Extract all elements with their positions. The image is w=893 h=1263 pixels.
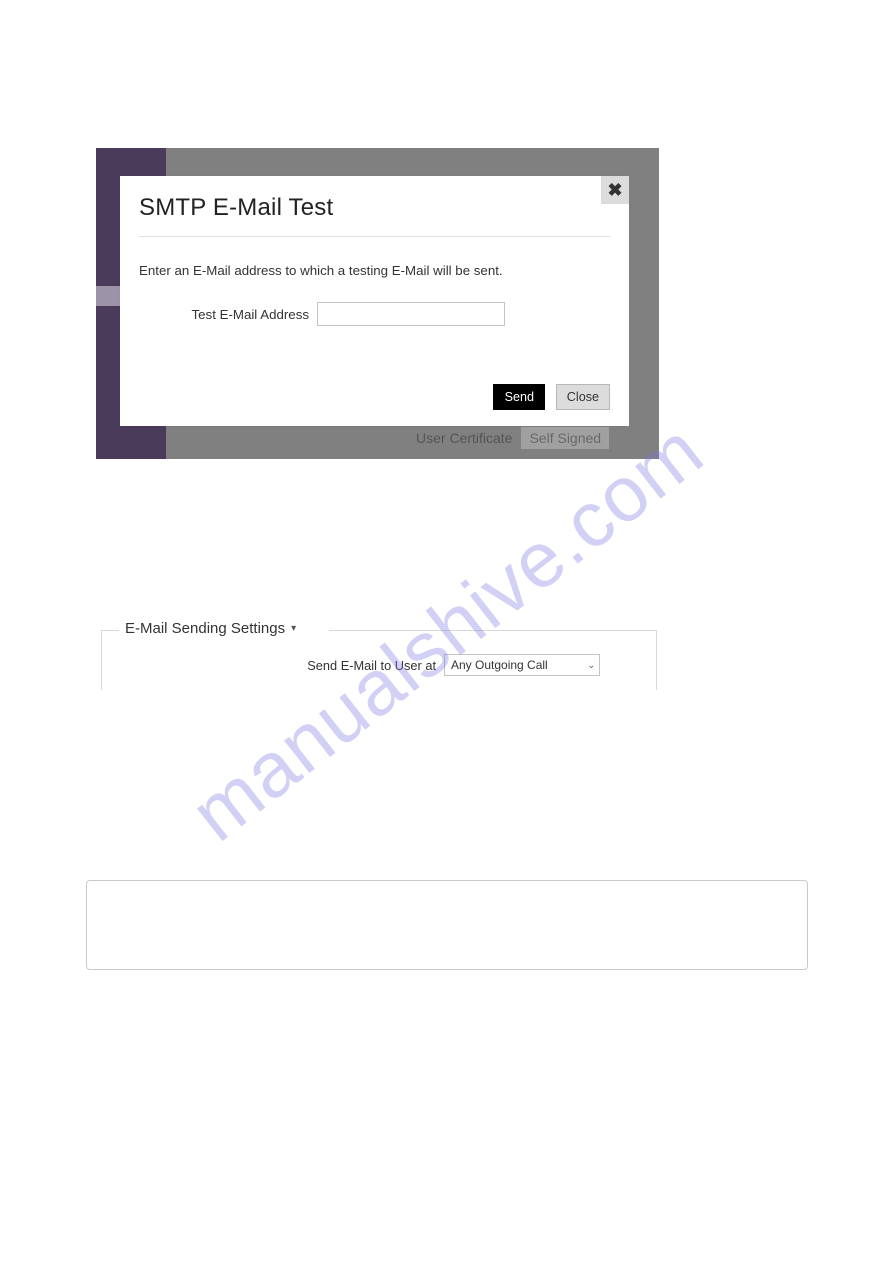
divider <box>139 236 610 237</box>
test-email-label: Test E-Mail Address <box>139 307 309 322</box>
dialog-instruction: Enter an E-Mail address to which a testi… <box>139 263 610 278</box>
fieldset-border <box>329 630 657 631</box>
dialog-button-row: Send Close <box>139 384 610 410</box>
test-email-input[interactable] <box>317 302 505 326</box>
send-email-trigger-select[interactable]: Any Outgoing Call ⌄ <box>444 654 600 676</box>
bg-user-certificate-row: User Certificate Self Signed <box>416 426 610 450</box>
settings-legend[interactable]: E-Mail Sending Settings ▾ <box>125 620 304 637</box>
fieldset-border <box>101 630 119 631</box>
bg-user-certificate-value: Self Signed <box>520 426 610 450</box>
test-email-field-row: Test E-Mail Address <box>139 302 610 326</box>
close-icon[interactable]: ✖ <box>601 176 629 204</box>
chevron-down-icon: ⌄ <box>587 660 595 671</box>
send-email-row: Send E-Mail to User at Any Outgoing Call… <box>101 654 657 676</box>
email-sending-settings-fieldset: E-Mail Sending Settings ▾ Send E-Mail to… <box>101 618 657 690</box>
chevron-down-icon: ▾ <box>291 623 296 634</box>
bg-user-certificate-label: User Certificate <box>416 430 512 446</box>
close-icon-glyph: ✖ <box>607 180 622 201</box>
info-box <box>86 880 808 970</box>
dialog-title: SMTP E-Mail Test <box>139 194 610 222</box>
send-email-label: Send E-Mail to User at <box>158 658 436 673</box>
send-button[interactable]: Send <box>493 384 545 410</box>
select-value: Any Outgoing Call <box>451 658 548 672</box>
close-button[interactable]: Close <box>556 384 610 410</box>
settings-legend-text: E-Mail Sending Settings <box>125 620 285 637</box>
smtp-email-test-dialog: ✖ SMTP E-Mail Test Enter an E-Mail addre… <box>120 176 629 426</box>
